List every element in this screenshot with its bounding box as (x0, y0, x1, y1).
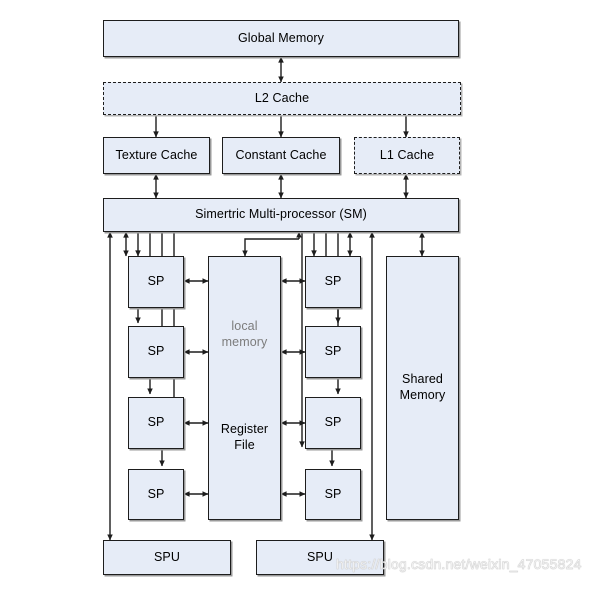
diagram-canvas: Global Memory L2 Cache Texture Cache Con… (0, 0, 616, 591)
constant-cache-label: Constant Cache (235, 147, 327, 162)
texture-cache-label: Texture Cache (115, 147, 198, 162)
sp-right-2[interactable]: SP (305, 326, 361, 378)
sm-label: Simertric Multi-processor (SM) (195, 207, 367, 222)
register-file-text-group: Register File (221, 422, 268, 453)
global-memory-block[interactable]: Global Memory (103, 20, 459, 57)
sp-label: SP (324, 415, 342, 430)
register-file-label-line2: File (234, 437, 255, 452)
local-memory-label-line2: memory (221, 334, 268, 349)
texture-cache-block[interactable]: Texture Cache (103, 137, 210, 174)
sp-label: SP (147, 415, 165, 430)
spu-block-1[interactable]: SPU (103, 540, 231, 575)
sp-left-1[interactable]: SP (128, 256, 184, 308)
sp-right-1[interactable]: SP (305, 256, 361, 308)
global-memory-label: Global Memory (237, 30, 325, 45)
shared-memory-label-line2: Memory (399, 388, 446, 402)
sp-label: SP (147, 486, 165, 501)
sp-right-3[interactable]: SP (305, 397, 361, 449)
local-memory-label-line1: local (231, 318, 258, 333)
watermark-text: https://blog.csdn.net/weixin_47055824 (336, 556, 582, 573)
shared-memory-label-line1: Shared (402, 372, 443, 387)
spu-label: SPU (153, 549, 180, 564)
sp-right-4[interactable]: SP (305, 469, 361, 520)
sp-label: SP (147, 274, 165, 289)
sp-label: SP (324, 486, 342, 501)
l1-cache-block[interactable]: L1 Cache (354, 137, 460, 174)
constant-cache-block[interactable]: Constant Cache (222, 137, 340, 174)
l2-cache-label: L2 Cache (254, 90, 310, 105)
sp-left-2[interactable]: SP (128, 326, 184, 378)
register-file-block[interactable]: local memory Register File (208, 256, 281, 520)
local-memory-text-group: local memory (222, 319, 268, 350)
sp-label: SP (324, 344, 342, 359)
spu-label: SPU (306, 549, 333, 564)
shared-memory-block[interactable]: Shared Memory (386, 256, 459, 520)
l1-cache-label: L1 Cache (379, 147, 435, 162)
sp-left-3[interactable]: SP (128, 397, 184, 449)
sp-label: SP (147, 344, 165, 359)
sp-left-4[interactable]: SP (128, 469, 184, 520)
sp-label: SP (324, 274, 342, 289)
register-file-label-line1: Register (220, 421, 269, 436)
l2-cache-block[interactable]: L2 Cache (103, 82, 461, 115)
sm-block[interactable]: Simertric Multi-processor (SM) (103, 198, 459, 232)
